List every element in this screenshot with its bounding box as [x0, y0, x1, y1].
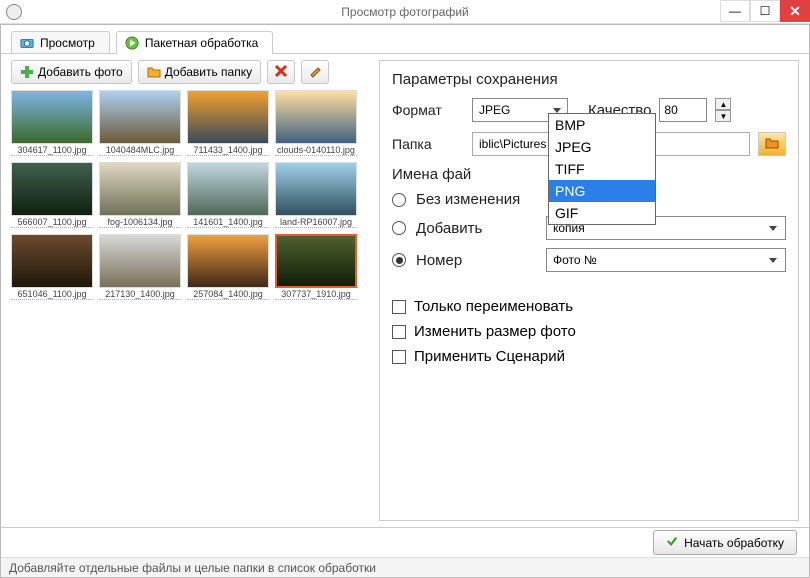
number-template-combo[interactable]: Фото № [546, 248, 786, 272]
thumb-caption: 257084_1400.jpg [187, 288, 269, 300]
camera-icon [20, 36, 34, 50]
thumbnail-grid: 304617_1100.jpg 1040484MLC.jpg 711433_14… [11, 90, 371, 521]
delete-button[interactable] [267, 60, 295, 84]
check-scenario[interactable] [392, 350, 406, 364]
check-rename-only[interactable] [392, 300, 406, 314]
statusbar: Добавляйте отдельные файлы и целые папки… [1, 557, 809, 577]
thumbnail[interactable]: 217130_1400.jpg [99, 234, 181, 304]
number-template-value: Фото № [553, 253, 597, 267]
format-option-bmp[interactable]: BMP [549, 114, 655, 136]
format-option-gif[interactable]: GIF [549, 202, 655, 224]
format-label: Формат [392, 102, 464, 118]
format-option-png[interactable]: PNG [549, 180, 655, 202]
status-text: Добавляйте отдельные файлы и целые папки… [9, 561, 376, 575]
folder-label: Папка [392, 136, 464, 152]
left-panel: Добавить фото Добавить папку [11, 60, 371, 521]
thumb-caption: fog-1006134.jpg [99, 216, 181, 228]
radio-number[interactable] [392, 253, 406, 267]
tab-label: Просмотр [40, 36, 95, 50]
thumbnail[interactable]: 711433_1400.jpg [187, 90, 269, 160]
radio-number-label: Номер [416, 252, 536, 269]
button-label: Добавить фото [38, 65, 123, 79]
thumb-caption: clouds-0140110.jpg [275, 144, 357, 156]
quality-value: 80 [664, 103, 677, 117]
radio-no-change-label: Без изменения [416, 191, 536, 208]
thumbnail[interactable]: 141601_1400.jpg [187, 162, 269, 232]
thumbnail[interactable]: fog-1006134.jpg [99, 162, 181, 232]
window-controls: — ☐ ✕ [720, 0, 810, 22]
tab-view[interactable]: Просмотр [11, 31, 110, 54]
plus-icon [20, 65, 34, 79]
close-button[interactable]: ✕ [780, 0, 810, 22]
thumb-caption: 651046_1100.jpg [11, 288, 93, 300]
thumb-caption: 1040484MLC.jpg [99, 144, 181, 156]
minimize-button[interactable]: — [720, 0, 750, 22]
radio-add-label: Добавить [416, 220, 536, 237]
left-toolbar: Добавить фото Добавить папку [11, 60, 371, 84]
thumbnail[interactable]: 257084_1400.jpg [187, 234, 269, 304]
play-icon [125, 36, 139, 50]
format-dropdown: BMP JPEG TIFF PNG GIF [548, 113, 656, 225]
check-resize-label: Изменить размер фото [414, 323, 576, 340]
format-option-jpeg[interactable]: JPEG [549, 136, 655, 158]
thumb-caption: 307737_1910.jpg [275, 288, 357, 300]
check-resize[interactable] [392, 325, 406, 339]
check-icon [666, 535, 678, 550]
footer: Начать обработку [1, 527, 809, 557]
radio-add[interactable] [392, 221, 406, 235]
clear-button[interactable] [301, 60, 329, 84]
brush-icon [308, 64, 322, 81]
add-photo-button[interactable]: Добавить фото [11, 60, 132, 84]
thumbnail[interactable]: 307737_1910.jpg [275, 234, 357, 304]
spin-up[interactable]: ▲ [715, 98, 731, 110]
tab-label: Пакетная обработка [145, 36, 258, 50]
thumbnail[interactable]: land-RP16007.jpg [275, 162, 357, 232]
titlebar: Просмотр фотографий — ☐ ✕ [0, 0, 810, 24]
save-params-title: Параметры сохранения [392, 71, 786, 88]
app-icon [6, 4, 22, 20]
thumb-caption: land-RP16007.jpg [275, 216, 357, 228]
main-window: Просмотр Пакетная обработка Добавить фот… [0, 24, 810, 578]
thumbnail[interactable]: 1040484MLC.jpg [99, 90, 181, 160]
right-panel: Параметры сохранения Формат JPEG Качеств… [379, 60, 799, 521]
maximize-button[interactable]: ☐ [750, 0, 780, 22]
spin-down[interactable]: ▼ [715, 110, 731, 122]
start-label: Начать обработку [684, 536, 784, 550]
window-title: Просмотр фотографий [341, 5, 468, 19]
thumbnail[interactable]: clouds-0140110.jpg [275, 90, 357, 160]
thumb-caption: 566007_1100.jpg [11, 216, 93, 228]
folder-icon [765, 136, 779, 153]
tab-strip: Просмотр Пакетная обработка [1, 25, 809, 54]
content-area: Добавить фото Добавить папку [1, 53, 809, 527]
check-scenario-label: Применить Сценарий [414, 348, 565, 365]
start-button[interactable]: Начать обработку [653, 530, 797, 555]
thumb-caption: 711433_1400.jpg [187, 144, 269, 156]
thumbnail[interactable]: 304617_1100.jpg [11, 90, 93, 160]
button-label: Добавить папку [165, 65, 252, 79]
add-folder-button[interactable]: Добавить папку [138, 60, 261, 84]
format-option-tiff[interactable]: TIFF [549, 158, 655, 180]
delete-icon [274, 64, 288, 81]
quality-input[interactable]: 80 [659, 98, 707, 122]
check-rename-only-label: Только переименовать [414, 298, 573, 315]
thumb-caption: 217130_1400.jpg [99, 288, 181, 300]
thumb-caption: 304617_1100.jpg [11, 144, 93, 156]
format-value: JPEG [479, 103, 510, 117]
tab-batch[interactable]: Пакетная обработка [116, 31, 273, 54]
thumb-caption: 141601_1400.jpg [187, 216, 269, 228]
browse-folder-button[interactable] [758, 132, 786, 156]
radio-no-change[interactable] [392, 193, 406, 207]
folder-icon [147, 65, 161, 79]
folder-value: iblic\Pictures [479, 137, 546, 151]
thumbnail[interactable]: 566007_1100.jpg [11, 162, 93, 232]
thumbnail[interactable]: 651046_1100.jpg [11, 234, 93, 304]
quality-spinner: ▲ ▼ [715, 98, 731, 122]
